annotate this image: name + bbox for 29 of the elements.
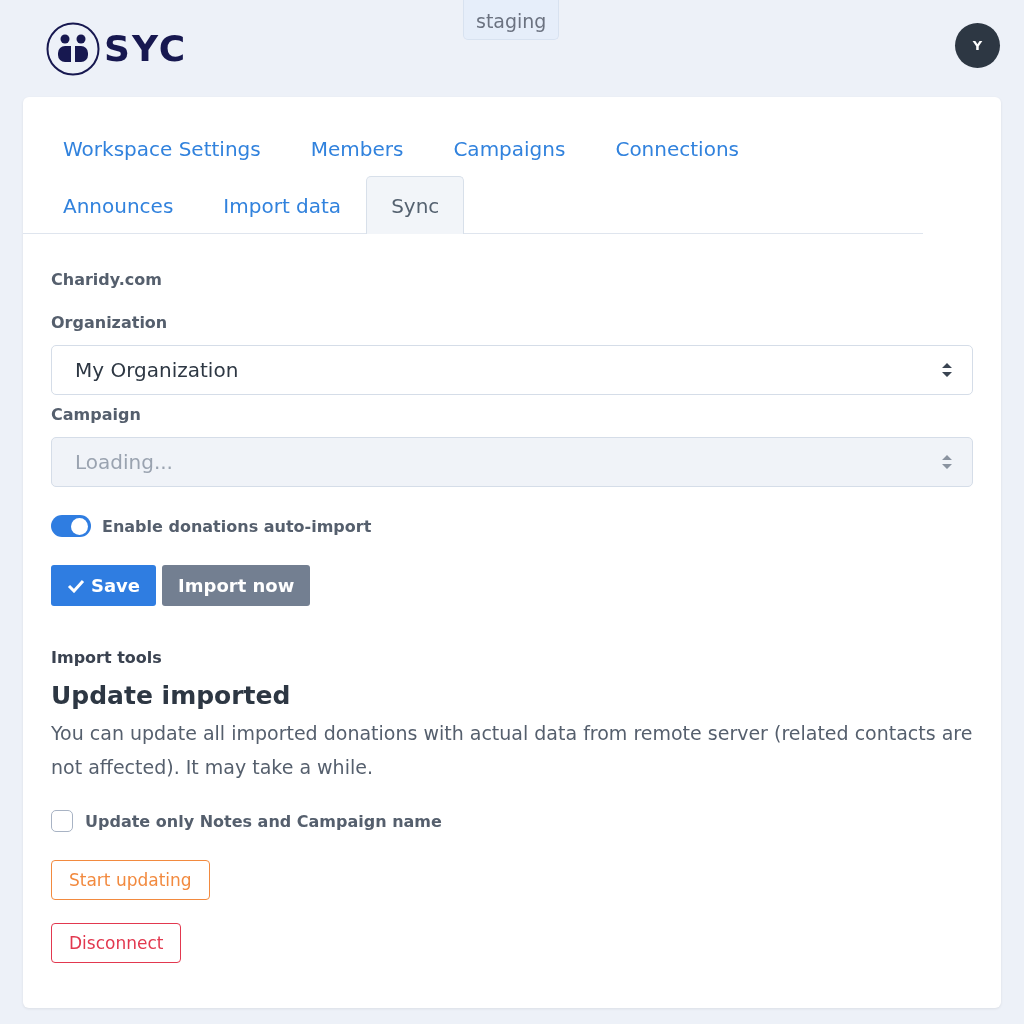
select-field[interactable]: My Organization [51, 345, 973, 395]
field-label: Campaign [51, 405, 142, 424]
tab[interactable]: Sync [366, 176, 465, 234]
toggle-label: Enable donations auto-import [102, 516, 372, 536]
import-button[interactable]: Import now [162, 565, 311, 606]
logo-text: SYC [104, 28, 188, 69]
tab[interactable]: Connections [590, 119, 764, 177]
section-heading: Update imported [51, 681, 292, 710]
save-button[interactable]: Save [51, 565, 157, 606]
tab[interactable]: Workspace Settings [38, 119, 286, 177]
section-title: Import tools [51, 648, 163, 667]
description-text: You can update all imported donations with actual data from remote server (related contacts are not affected). It may take a while. [51, 721, 973, 780]
toggle-switch[interactable] [51, 515, 91, 537]
checkbox[interactable] [51, 810, 73, 832]
checkbox-label: Update only Notes and Campaign name [85, 811, 442, 831]
user-avatar[interactable]: Y [955, 23, 1000, 68]
check-icon [67, 578, 85, 593]
people-logo-icon [46, 21, 100, 76]
tab[interactable]: Members [285, 119, 429, 177]
sort-caret-icon [942, 455, 952, 469]
tab[interactable]: Announces [38, 176, 199, 234]
disconnect-button[interactable]: Disconnect [51, 923, 182, 963]
tab[interactable]: Campaigns [428, 119, 591, 177]
start-updating-button[interactable]: Start updating [51, 860, 210, 900]
sort-caret-icon [942, 363, 952, 377]
section-title: Charidy.com [51, 270, 163, 289]
environment-badge: staging [463, 0, 560, 40]
field-label: Organization [51, 313, 169, 332]
tab[interactable]: Import data [198, 176, 367, 234]
